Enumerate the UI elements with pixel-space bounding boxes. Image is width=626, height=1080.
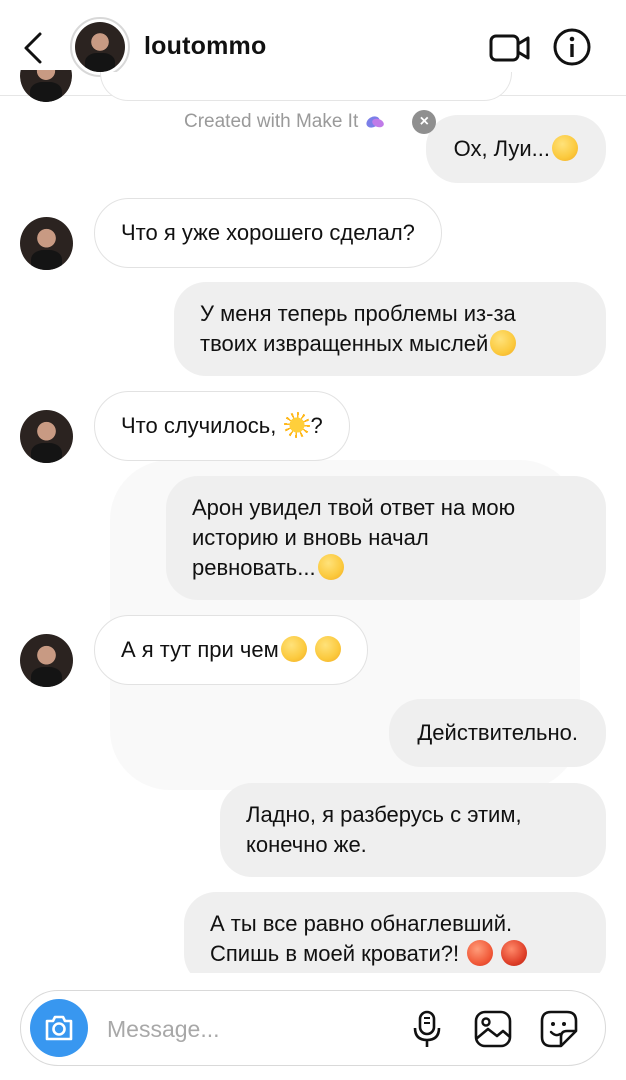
message-text-line: твоих извращенных мыслей	[200, 331, 489, 356]
camera-button[interactable]	[30, 999, 88, 1057]
message-outgoing[interactable]: У меня теперь проблемы из-за твоих извра…	[174, 282, 606, 376]
message-clip: А ты все равно обнаглевший. Спишь в моей…	[0, 880, 626, 973]
message-text-line: Ладно, я разберусь с этим,	[246, 802, 522, 827]
message-incoming[interactable]: Что я уже хорошего сделал?	[94, 198, 442, 268]
message-outgoing[interactable]: Действительно.	[389, 699, 606, 767]
message-incoming[interactable]: Что случилось, ?	[94, 391, 350, 461]
message-composer	[20, 990, 606, 1066]
info-icon[interactable]	[552, 27, 592, 67]
gallery-icon[interactable]	[473, 1009, 513, 1049]
sticker-icon[interactable]	[539, 1009, 579, 1049]
message-text-line: А ты все равно обнаглевший.	[210, 911, 513, 936]
message-bubble-partial	[100, 72, 512, 101]
cursing-face-icon	[501, 940, 528, 966]
message-text: А я тут при чем	[121, 637, 279, 662]
message-outgoing[interactable]: Ладно, я разберусь с этим, конечно же.	[220, 783, 606, 877]
watermark-text: Created with Make It	[184, 111, 359, 132]
sender-avatar-partial	[20, 70, 72, 102]
message-outgoing[interactable]: Арон увидел твой ответ на мою историю и …	[166, 476, 606, 600]
chat-username[interactable]: loutommo	[144, 32, 266, 61]
tears-of-joy-face-icon	[280, 636, 307, 662]
shushing-face-icon	[552, 135, 578, 161]
message-text-line: У меня теперь проблемы из-за	[200, 301, 516, 326]
message-text: ?	[310, 413, 323, 438]
message-outgoing[interactable]: А ты все равно обнаглевший. Спишь в моей…	[184, 892, 606, 973]
watermark: Created with Make It ×	[184, 110, 437, 134]
avatar-image	[20, 70, 72, 102]
message-text: Что я уже хорошего сделал?	[121, 220, 415, 245]
message-text: Что случилось,	[121, 413, 277, 438]
pleading-face-icon	[317, 554, 344, 580]
avatar-image	[75, 22, 125, 72]
chevron-left-icon[interactable]	[20, 30, 48, 66]
camera-icon	[45, 1015, 73, 1041]
message-text-line: историю и вновь начал	[192, 525, 429, 550]
message-text-line: Спишь в моей кровати?!	[210, 941, 460, 966]
message-text: Действительно.	[417, 720, 578, 745]
message-text-line: Арон увидел твой ответ на мою	[192, 495, 516, 520]
message-outgoing[interactable]: Ох, Луи...	[425, 115, 606, 183]
message-incoming[interactable]: А я тут при чем	[94, 615, 368, 685]
message-text-line: конечно же.	[246, 832, 367, 857]
message-text-line: ревновать...	[192, 555, 316, 580]
sender-avatar[interactable]	[20, 217, 73, 270]
video-call-icon[interactable]	[488, 30, 532, 66]
sun-icon	[284, 412, 311, 438]
zany-face-icon	[314, 636, 341, 662]
profile-avatar[interactable]	[70, 17, 130, 77]
make-it-logo-icon	[366, 116, 385, 128]
microphone-icon[interactable]	[407, 1009, 447, 1049]
hot-face-icon	[467, 940, 494, 966]
sender-avatar[interactable]	[20, 634, 73, 687]
watermark-close-button[interactable]: ×	[412, 110, 437, 134]
disappointed-face-icon	[490, 330, 517, 356]
message-input[interactable]	[105, 1011, 389, 1047]
message-text: Ох, Луи...	[453, 136, 550, 161]
sender-avatar[interactable]	[20, 410, 73, 463]
